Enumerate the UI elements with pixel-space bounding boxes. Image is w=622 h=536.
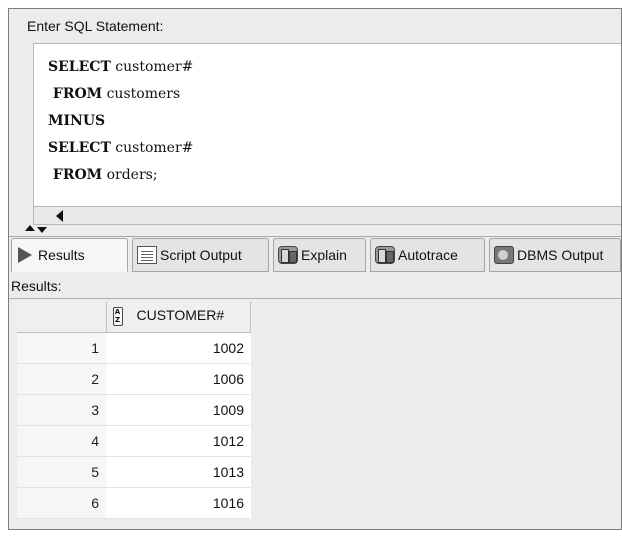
sql-code: SELECT customer# FROM customers MINUS SELE… bbox=[48, 54, 193, 189]
play-icon bbox=[18, 247, 32, 263]
customer-cell[interactable]: 1002 bbox=[106, 332, 250, 364]
code-line: FROM orders; bbox=[48, 162, 193, 189]
tab-autotrace[interactable]: Autotrace bbox=[370, 238, 485, 272]
tab-script-output[interactable]: Script Output bbox=[132, 238, 269, 272]
expand-down-arrow-icon[interactable] bbox=[37, 227, 47, 233]
scroll-left-arrow-icon[interactable] bbox=[56, 210, 63, 222]
table-row[interactable]: 2 1006 bbox=[17, 363, 250, 395]
row-number: 1 bbox=[17, 332, 106, 364]
tab-label: Script Output bbox=[160, 247, 242, 263]
row-number: 2 bbox=[17, 363, 106, 395]
sort-az-icon[interactable]: A Z bbox=[112, 307, 123, 327]
row-number: 6 bbox=[17, 487, 106, 519]
code-line: MINUS bbox=[48, 108, 193, 135]
pane-splitter[interactable] bbox=[9, 225, 621, 237]
sql-text: customer# bbox=[110, 59, 194, 75]
sql-keyword: SELECT bbox=[48, 59, 111, 75]
sql-editor[interactable]: SELECT customer# FROM customers MINUS SELE… bbox=[33, 43, 621, 207]
output-tab-bar: Results Script Output Explain Autotrace … bbox=[9, 238, 621, 272]
row-number: 5 bbox=[17, 456, 106, 488]
sql-keyword: SELECT bbox=[48, 140, 111, 156]
row-number-header bbox=[17, 302, 107, 333]
tab-label: Autotrace bbox=[398, 247, 458, 263]
code-line: FROM customers bbox=[48, 81, 193, 108]
sql-statement-label: Enter SQL Statement: bbox=[27, 18, 164, 34]
customer-cell[interactable]: 1006 bbox=[106, 363, 250, 395]
results-label: Results: bbox=[9, 273, 621, 299]
column-header-customer[interactable]: A Z CUSTOMER# bbox=[105, 302, 251, 333]
tab-label: Results bbox=[38, 247, 85, 263]
table-row[interactable]: 1 1002 bbox=[17, 332, 250, 364]
table-row[interactable]: 5 1013 bbox=[17, 456, 250, 488]
customer-cell[interactable]: 1012 bbox=[106, 425, 250, 457]
grid-header-row: A Z CUSTOMER# bbox=[17, 302, 251, 333]
customer-cell[interactable]: 1016 bbox=[106, 487, 250, 519]
editor-horizontal-scrollbar[interactable] bbox=[33, 207, 621, 225]
tab-label: Explain bbox=[301, 247, 347, 263]
table-row[interactable]: 4 1012 bbox=[17, 425, 250, 457]
sql-keyword: FROM bbox=[48, 86, 103, 102]
row-number: 3 bbox=[17, 394, 106, 426]
tab-dbms-output[interactable]: DBMS Output bbox=[489, 238, 621, 272]
sql-text: orders; bbox=[102, 167, 158, 183]
sql-worksheet-window: Enter SQL Statement: SELECT customer# FR… bbox=[8, 8, 622, 530]
results-grid: A Z CUSTOMER# 1 1002 2 1006 3 1009 4 101… bbox=[17, 302, 251, 519]
tab-results[interactable]: Results bbox=[11, 238, 128, 272]
dbms-output-icon bbox=[494, 246, 514, 264]
code-line: SELECT customer# bbox=[48, 54, 193, 81]
code-line: SELECT customer# bbox=[48, 135, 193, 162]
sql-text: customers bbox=[102, 86, 181, 102]
customer-cell[interactable]: 1009 bbox=[106, 394, 250, 426]
tab-explain[interactable]: Explain bbox=[273, 238, 366, 272]
customer-cell[interactable]: 1013 bbox=[106, 456, 250, 488]
results-grid-area: A Z CUSTOMER# 1 1002 2 1006 3 1009 4 101… bbox=[9, 300, 621, 529]
script-output-icon bbox=[137, 246, 157, 264]
explain-icon bbox=[278, 246, 298, 264]
table-row[interactable]: 3 1009 bbox=[17, 394, 250, 426]
expand-up-arrow-icon[interactable] bbox=[25, 225, 35, 231]
autotrace-icon bbox=[375, 246, 395, 264]
table-row[interactable]: 6 1016 bbox=[17, 487, 250, 519]
tab-label: DBMS Output bbox=[517, 247, 604, 263]
sql-keyword: MINUS bbox=[48, 113, 106, 129]
sql-text: customer# bbox=[110, 140, 194, 156]
row-number: 4 bbox=[17, 425, 106, 457]
sql-keyword: FROM bbox=[48, 167, 103, 183]
column-header-label: CUSTOMER# bbox=[136, 307, 225, 324]
